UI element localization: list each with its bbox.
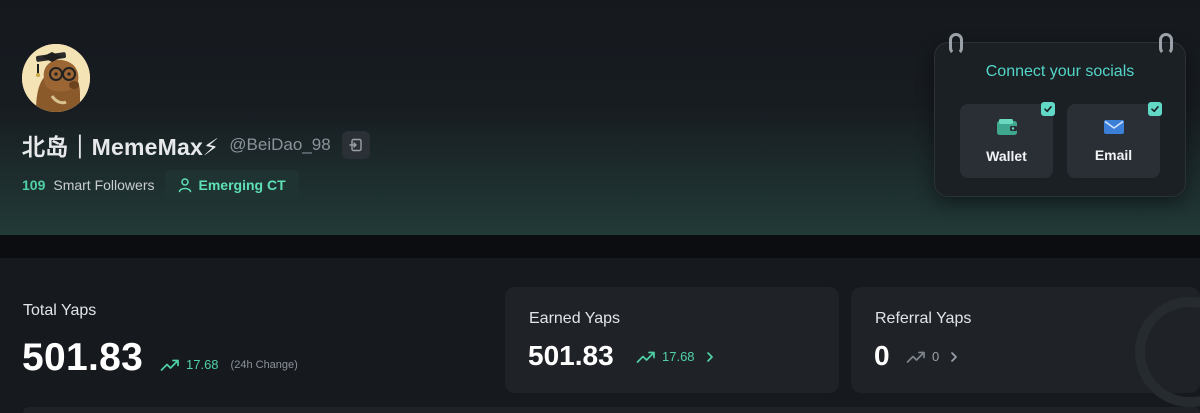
follower-stats: 109 Smart Followers Emerging CT — [22, 170, 299, 200]
chevron-right-icon — [951, 351, 958, 362]
binder-ring-icon — [1159, 33, 1173, 55]
smart-followers-label: Smart Followers — [53, 177, 155, 193]
connected-check-icon — [1148, 102, 1162, 116]
name-row: 北岛｜MemeMax⚡ @BeiDao_98 — [22, 130, 370, 160]
connect-socials-title: Connect your socials — [985, 63, 1135, 80]
login-icon — [348, 138, 362, 152]
email-button[interactable]: Email — [1067, 102, 1162, 178]
referral-change-value: 0 — [932, 349, 940, 364]
change-period-note: (24h Change) — [230, 358, 298, 371]
wallet-label: Wallet — [986, 148, 1027, 164]
user-icon — [178, 178, 191, 193]
trending-up-icon — [160, 359, 179, 371]
referral-yaps-label: Referral Yaps — [875, 310, 972, 327]
badge-label: Emerging CT — [198, 177, 286, 193]
wallet-icon — [996, 119, 1017, 135]
profile-header: 北岛｜MemeMax⚡ @BeiDao_98 109 Smart Followe… — [0, 0, 1200, 235]
connected-check-icon — [1041, 102, 1055, 116]
next-section-edge — [23, 407, 1200, 413]
wallet-button[interactable]: Wallet — [960, 102, 1055, 178]
mail-icon — [1103, 120, 1124, 134]
earned-yaps-change[interactable]: 17.68 — [636, 349, 715, 364]
username-handle[interactable]: @BeiDao_98 — [229, 135, 330, 155]
trending-up-icon — [636, 351, 655, 363]
total-yaps-value: 501.83 — [22, 336, 144, 379]
decorative-ring — [1135, 297, 1200, 407]
referral-yaps-value: 0 — [874, 340, 890, 371]
total-yaps-label: Total Yaps — [23, 302, 97, 319]
capybara-avatar-image — [22, 44, 90, 112]
earned-yaps-card[interactable]: Earned Yaps 501.83 17.68 — [505, 287, 839, 393]
earned-yaps-value: 501.83 — [528, 340, 614, 371]
email-label: Email — [1094, 147, 1133, 163]
display-name: 北岛｜MemeMax⚡ — [22, 134, 220, 160]
section-divider — [0, 235, 1200, 258]
earned-change-value: 17.68 — [662, 349, 695, 364]
earned-yaps-label: Earned Yaps — [529, 310, 621, 327]
chevron-right-icon — [706, 351, 713, 362]
smart-followers-count: 109 — [22, 177, 46, 193]
connect-socials-card: Connect your socials Wallet Email — [934, 33, 1186, 197]
avatar[interactable] — [22, 44, 90, 112]
binder-ring-icon — [949, 33, 963, 55]
open-profile-button[interactable] — [341, 131, 370, 159]
emerging-ct-badge[interactable]: Emerging CT — [164, 170, 299, 200]
referral-yaps-card[interactable]: Referral Yaps 0 0 — [851, 287, 1200, 407]
referral-yaps-change[interactable]: 0 — [906, 349, 959, 364]
total-change-value: 17.68 — [186, 357, 219, 372]
trending-up-icon — [906, 351, 925, 363]
total-yaps-change: 17.68 (24h Change) — [160, 357, 298, 372]
